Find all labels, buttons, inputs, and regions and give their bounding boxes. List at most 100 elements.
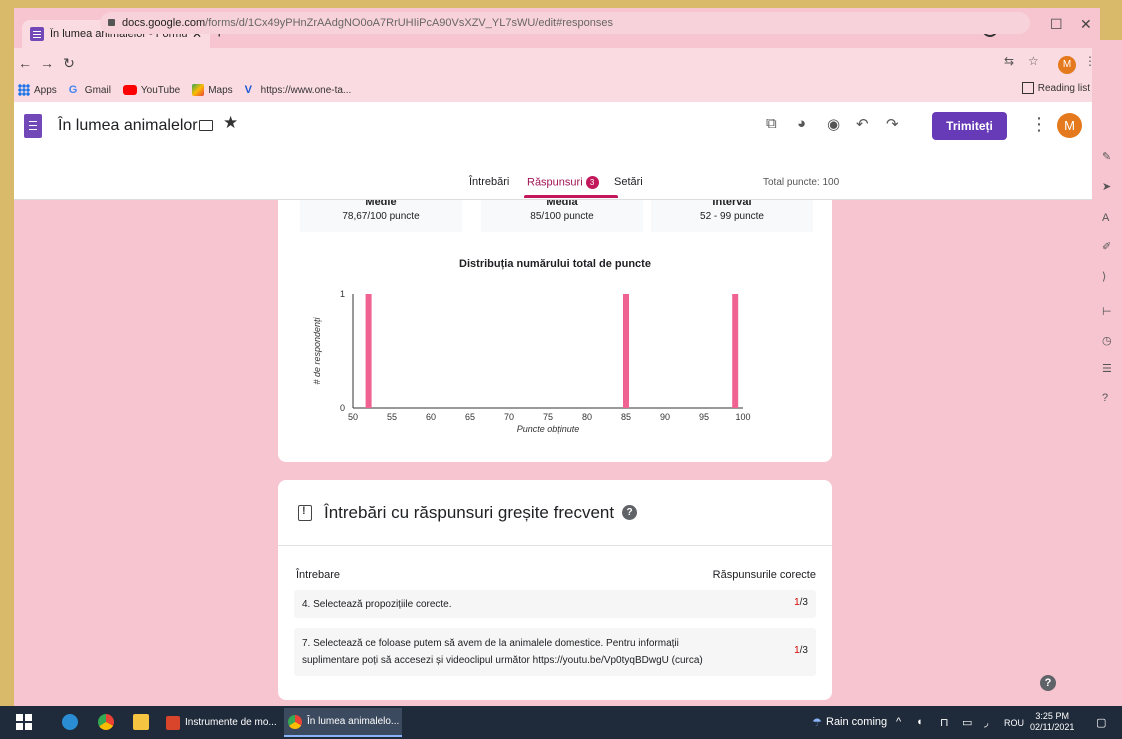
x-tick-label: 85: [621, 412, 631, 422]
help-icon[interactable]: ?: [622, 505, 638, 520]
chart-bar: [623, 294, 629, 408]
close-window-icon[interactable]: ✕: [1080, 16, 1092, 33]
x-tick-label: 50: [348, 412, 358, 422]
forward-icon[interactable]: →: [36, 55, 58, 71]
pencil-icon[interactable]: ✎: [1102, 150, 1111, 163]
back-icon[interactable]: ←: [14, 55, 36, 71]
responses-count-badge: 3: [585, 176, 599, 189]
list-icon[interactable]: ☰: [1102, 362, 1112, 375]
apps-grid-icon: [18, 84, 30, 96]
profile-avatar[interactable]: M: [1057, 113, 1082, 138]
tray-chevron-icon[interactable]: ^: [896, 716, 901, 728]
windows-start-icon[interactable]: [16, 714, 32, 730]
cursor-icon[interactable]: ➤: [1102, 180, 1111, 193]
language-indicator[interactable]: ROU: [1004, 718, 1024, 728]
wrong-answers-title: Întrebări cu răspunsuri greșite frecvent: [324, 502, 615, 522]
reading-list[interactable]: Reading list: [1021, 82, 1090, 94]
wrong-answers-card: Întrebări cu răspunsuri greșite frecvent…: [278, 480, 832, 700]
clock-icon[interactable]: ◷: [1102, 334, 1112, 347]
floating-help-icon[interactable]: ?: [1040, 675, 1056, 691]
weather-text[interactable]: Rain coming: [826, 716, 887, 728]
column-correct-answers: Răspunsurile corecte: [712, 569, 816, 581]
tab-questions[interactable]: Întrebări: [469, 176, 509, 188]
network-icon[interactable]: ◞: [984, 716, 988, 729]
translate-icon[interactable]: ⇆: [1004, 54, 1014, 68]
bookmark-star-icon[interactable]: ☆: [1028, 54, 1039, 68]
question-row[interactable]: 7. Selectează ce foloase putem să avem d…: [294, 628, 816, 676]
reload-icon[interactable]: ↻: [58, 55, 80, 72]
app-icon: [166, 715, 180, 730]
forms-tabs: Întrebări Răspunsuri 3 Setări Total punct…: [14, 150, 1094, 200]
chrome-icon[interactable]: [98, 714, 114, 730]
usb-icon[interactable]: ⊓: [940, 716, 949, 729]
x-tick-label: 65: [465, 412, 475, 422]
y-tick-label: 0: [340, 403, 345, 413]
chart-bar: [365, 294, 372, 408]
bookmark-apps[interactable]: Apps: [18, 84, 57, 96]
google-forms-logo-icon[interactable]: [24, 114, 42, 138]
text-icon[interactable]: A: [1102, 212, 1109, 224]
x-tick-label: 95: [699, 412, 709, 422]
tab-responses[interactable]: Răspunsuri 3: [527, 176, 599, 189]
preview-eye-icon[interactable]: ◉: [827, 115, 840, 133]
chart-title: Distribuția numărului total de puncte: [459, 258, 651, 270]
youtube-icon: [122, 85, 137, 95]
address-bar-row: ← → ↻: [14, 48, 1100, 78]
send-button[interactable]: Trimiteți: [932, 112, 1007, 140]
taskbar-app-instrumente[interactable]: Instrumente de mo...: [162, 708, 280, 737]
taskbar-app-chrome-forms[interactable]: În lumea animalelo...: [284, 708, 402, 737]
correct-score: 1/3: [794, 645, 808, 656]
battery-icon[interactable]: ▭: [962, 716, 972, 729]
stat-range: Interval 52 - 99 puncte: [651, 200, 813, 232]
palette-icon[interactable]: ◕: [797, 115, 806, 132]
tab-settings[interactable]: Setări: [614, 176, 643, 188]
volume-icon[interactable]: ◖: [916, 716, 923, 728]
points-distribution-chart: 50 55 60 65 70 75 80 85 90 95 100 0 1 Puncte obținute…: [312, 289, 751, 434]
x-tick-label: 90: [660, 412, 670, 422]
y-axis-label: # de respondenți: [312, 316, 322, 384]
stat-median: Media 85/100 puncte: [481, 200, 643, 232]
redo-icon[interactable]: ↷: [886, 115, 899, 133]
addon-puzzle-icon[interactable]: ⧉: [766, 115, 777, 132]
x-tick-label: 60: [426, 412, 436, 422]
reading-list-icon: [1021, 82, 1034, 94]
more-options-icon[interactable]: ⋮: [1030, 114, 1048, 135]
question-row[interactable]: 4. Selectează propozițiile corecte. 1/3: [294, 590, 816, 618]
correct-score: 1/3: [794, 597, 808, 608]
code-icon[interactable]: ⟩: [1102, 270, 1106, 283]
maps-icon: [192, 84, 205, 96]
clock[interactable]: 3:25 PM 02/11/2021: [1030, 711, 1074, 733]
maximize-icon[interactable]: ☐: [1050, 16, 1063, 33]
x-tick-label: 100: [735, 412, 750, 422]
url-path: /forms/d/1Cx49yPHnZrAAdgNO0oA7RrUHIiPcA9…: [205, 17, 613, 29]
file-explorer-icon[interactable]: [133, 714, 149, 730]
lock-icon: [108, 19, 115, 26]
umbrella-icon: ☂: [812, 717, 822, 729]
bookmark-one-ta[interactable]: Vhttps://www.one-ta...: [245, 84, 352, 96]
bookmark-maps[interactable]: Maps: [192, 84, 233, 96]
url-host: docs.google.com: [122, 17, 206, 29]
undo-icon[interactable]: ↶: [856, 115, 869, 133]
responses-content: Medie 78,67/100 puncte Media 85/100 punc…: [14, 200, 1094, 706]
bookmarks-bar: Apps G Gmail YouTube Maps Vhttps://www.on…: [14, 78, 1100, 102]
notifications-icon[interactable]: ▢: [1096, 716, 1106, 729]
help-side-icon[interactable]: ?: [1102, 392, 1108, 404]
edit-icon[interactable]: ✐: [1102, 240, 1111, 253]
total-points: Total puncte: 100: [763, 177, 840, 188]
bookmark-gmail[interactable]: G Gmail: [69, 84, 111, 96]
edge-icon[interactable]: [62, 714, 78, 730]
ruler-icon[interactable]: ⊢: [1102, 305, 1112, 318]
profile-avatar-small[interactable]: M: [1058, 56, 1076, 74]
form-title[interactable]: În lumea animalelor: [58, 117, 198, 135]
url-bar[interactable]: docs.google.com/forms/d/1Cx49yPHnZrAAdgN…: [100, 12, 1030, 34]
wrong-answers-header: Întrebări cu răspunsuri greșite frecvent…: [278, 480, 832, 546]
bookmark-youtube[interactable]: YouTube: [122, 85, 180, 96]
forms-header: În lumea animalelor ★ ⧉ ◕ ◉ ↶ ↷ Trimiteț…: [14, 102, 1094, 150]
forms-favicon-icon: [30, 27, 44, 41]
star-icon[interactable]: ★: [223, 113, 238, 133]
x-tick-label: 70: [504, 412, 514, 422]
x-tick-label: 75: [543, 412, 553, 422]
folder-icon[interactable]: [199, 120, 213, 131]
taskbar: Instrumente de mo... În lumea animalelo.…: [0, 706, 1122, 739]
active-tab-indicator: [524, 195, 618, 198]
